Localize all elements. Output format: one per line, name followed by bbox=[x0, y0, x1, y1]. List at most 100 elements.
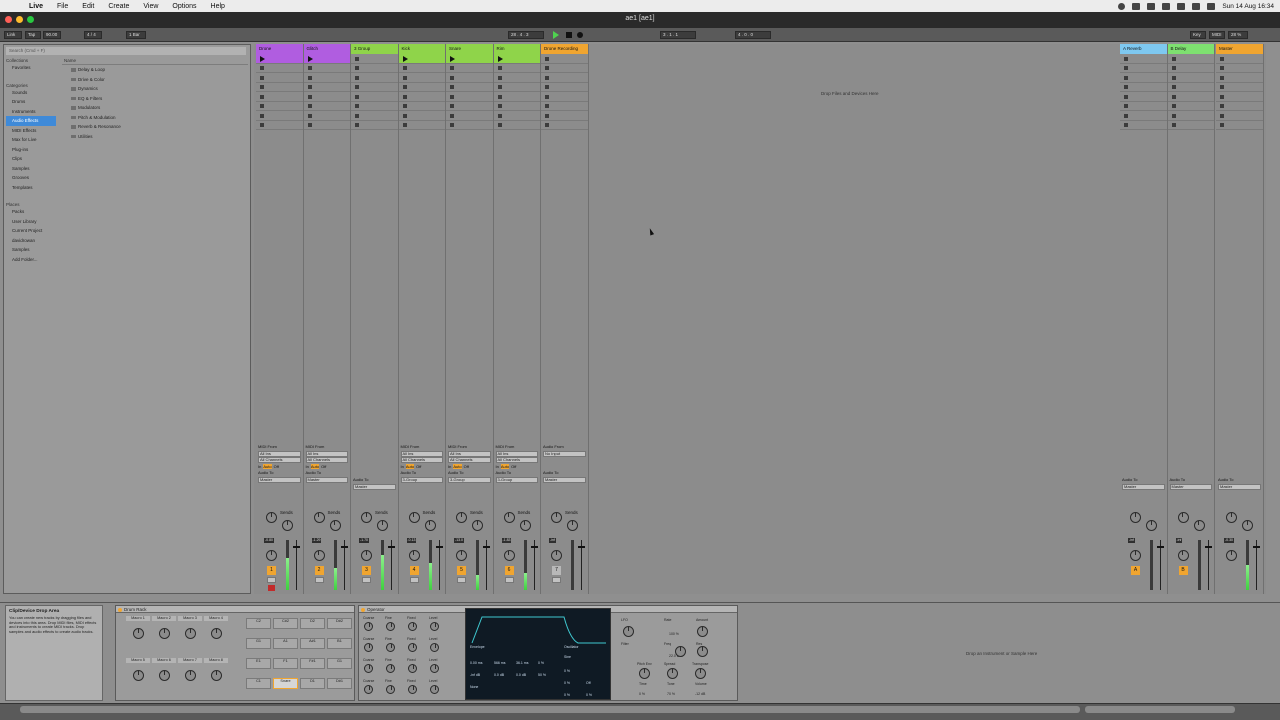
osc-param-knob[interactable] bbox=[408, 622, 417, 631]
drum-pad[interactable]: G1 bbox=[327, 658, 352, 669]
drum-rack-power-icon[interactable] bbox=[118, 607, 122, 612]
drum-pad[interactable]: E1 bbox=[246, 658, 271, 669]
audio-from-select[interactable]: No Input bbox=[543, 450, 586, 457]
macro-knob-7[interactable] bbox=[185, 670, 196, 681]
clip-slot[interactable] bbox=[256, 111, 303, 121]
drum-pad[interactable]: D2 bbox=[300, 618, 325, 629]
osc-param-knob[interactable] bbox=[408, 664, 417, 673]
sidebar-item-sounds[interactable]: Sounds bbox=[6, 88, 56, 98]
send-a-knob[interactable] bbox=[456, 512, 467, 523]
midi-from-select[interactable]: All Ins bbox=[305, 450, 348, 457]
monitor-in[interactable]: In bbox=[496, 464, 499, 469]
osc-param-knob[interactable] bbox=[408, 685, 417, 694]
folder-utilities[interactable]: Utilities bbox=[62, 132, 248, 142]
clip-slot[interactable] bbox=[1120, 64, 1167, 73]
clip-slot[interactable] bbox=[1167, 73, 1214, 83]
clip-slot[interactable] bbox=[1216, 102, 1263, 111]
osc-param-knob[interactable] bbox=[364, 664, 373, 673]
drum-pad[interactable]: Snare bbox=[273, 678, 298, 689]
drum-pad[interactable]: A#1 bbox=[300, 638, 325, 649]
clip-slot[interactable] bbox=[351, 121, 398, 130]
clip-slot[interactable] bbox=[493, 64, 540, 73]
clip-stop-icon[interactable] bbox=[1124, 56, 1128, 61]
clip-stop-icon[interactable] bbox=[497, 85, 502, 89]
solo-button[interactable] bbox=[552, 577, 561, 583]
send-b-knob[interactable] bbox=[472, 520, 483, 531]
clip-slot[interactable] bbox=[398, 121, 445, 130]
device-scrollbar[interactable] bbox=[1085, 706, 1235, 713]
clip-stop-icon[interactable] bbox=[307, 104, 312, 108]
send-a-knob[interactable] bbox=[408, 512, 420, 523]
clip-slot[interactable] bbox=[541, 92, 588, 102]
time-signature-field[interactable]: 4 / 4 bbox=[84, 31, 102, 39]
volume-fader-handle[interactable] bbox=[435, 546, 443, 548]
solo-button[interactable] bbox=[504, 577, 514, 583]
send-a-knob[interactable] bbox=[266, 512, 277, 523]
clip-slot[interactable] bbox=[1216, 92, 1263, 102]
clip-stop-icon[interactable] bbox=[497, 113, 502, 118]
clip-stop-icon[interactable] bbox=[497, 123, 502, 127]
quantize-menu[interactable]: 1 Bar bbox=[126, 31, 146, 39]
song-position-field[interactable]: 28 . 4 . 3 bbox=[508, 31, 544, 39]
time-value[interactable]: 0 % bbox=[639, 692, 645, 696]
clip-stop-icon[interactable] bbox=[260, 104, 264, 108]
clip-slot[interactable] bbox=[256, 121, 303, 130]
track-activator-button[interactable]: 2 bbox=[314, 566, 324, 575]
pan-knob[interactable] bbox=[313, 550, 325, 561]
clip-stop-icon[interactable] bbox=[355, 75, 359, 80]
audio-to-select[interactable]: 3-Group bbox=[400, 476, 443, 483]
clip-stop-icon[interactable] bbox=[497, 104, 502, 108]
clip-slot[interactable] bbox=[1120, 111, 1167, 121]
clip-stop-icon[interactable] bbox=[545, 113, 549, 118]
clip-stop-icon[interactable] bbox=[260, 94, 264, 99]
monitor-switch[interactable]: In Auto Off bbox=[446, 463, 493, 471]
audio-to-select[interactable]: Master bbox=[1122, 483, 1165, 490]
clip-stop-icon[interactable] bbox=[497, 94, 502, 99]
wifi-icon[interactable] bbox=[1177, 2, 1186, 10]
return-activator-button[interactable]: B bbox=[1178, 566, 1188, 575]
osc-param-knob[interactable] bbox=[430, 622, 439, 631]
clip-launch-icon[interactable] bbox=[450, 56, 455, 62]
clip-stop-icon[interactable] bbox=[307, 113, 312, 118]
osc-param-knob[interactable] bbox=[430, 643, 439, 652]
browser-search-input[interactable]: Search (Cmd + F) bbox=[6, 47, 246, 55]
macro-knob-3[interactable] bbox=[185, 628, 196, 639]
drum-pad[interactable]: B1 bbox=[327, 638, 352, 649]
drum-pad[interactable]: D1 bbox=[300, 678, 325, 689]
clip-launch-icon[interactable] bbox=[307, 56, 313, 62]
monitor-off[interactable]: Off bbox=[511, 464, 516, 469]
macro-knob-8[interactable] bbox=[211, 670, 222, 681]
osc-param-knob[interactable] bbox=[364, 685, 373, 694]
volume-value[interactable]: -inf bbox=[1128, 538, 1135, 543]
volume-fader-handle[interactable] bbox=[388, 546, 395, 548]
macro-knob-6[interactable] bbox=[159, 670, 170, 681]
peak-value[interactable]: 0.0 dB bbox=[494, 673, 504, 677]
osc-param-knob[interactable] bbox=[386, 643, 395, 652]
drum-pad[interactable]: C2 bbox=[246, 618, 271, 629]
track-header[interactable]: B Delay bbox=[1167, 44, 1214, 54]
clip-slot[interactable] bbox=[303, 73, 350, 83]
midi-from-select[interactable]: All Ins bbox=[258, 450, 301, 457]
clip-slot[interactable] bbox=[351, 73, 398, 83]
monitor-off[interactable]: Off bbox=[464, 464, 469, 469]
clip-stop-icon[interactable] bbox=[450, 94, 454, 99]
sidebar-item-favorites[interactable]: Favorites bbox=[6, 63, 56, 73]
clip-stop-icon[interactable] bbox=[355, 66, 359, 70]
drum-rack-title-bar[interactable]: Drum Rack bbox=[116, 606, 354, 613]
clip-slot[interactable] bbox=[1167, 92, 1214, 102]
solo-button[interactable] bbox=[314, 577, 324, 583]
clip-slot[interactable] bbox=[1167, 102, 1214, 111]
clip-stop-icon[interactable] bbox=[1220, 104, 1224, 108]
clip-stop-icon[interactable] bbox=[1171, 66, 1176, 70]
menu-options[interactable]: Options bbox=[172, 3, 196, 10]
monitor-switch[interactable]: In Auto Off bbox=[256, 463, 303, 471]
send-b-knob[interactable] bbox=[282, 520, 293, 531]
monitor-in[interactable]: In bbox=[306, 464, 309, 469]
wave-value[interactable]: Sine bbox=[564, 655, 571, 659]
send-a-knob[interactable] bbox=[1226, 512, 1237, 523]
initial-value[interactable]: -inf dB bbox=[470, 673, 480, 677]
clip-slot[interactable] bbox=[303, 92, 350, 102]
solo-button[interactable] bbox=[409, 577, 419, 583]
clip-stop-icon[interactable] bbox=[450, 123, 454, 127]
loop-mode[interactable]: None bbox=[470, 685, 478, 689]
